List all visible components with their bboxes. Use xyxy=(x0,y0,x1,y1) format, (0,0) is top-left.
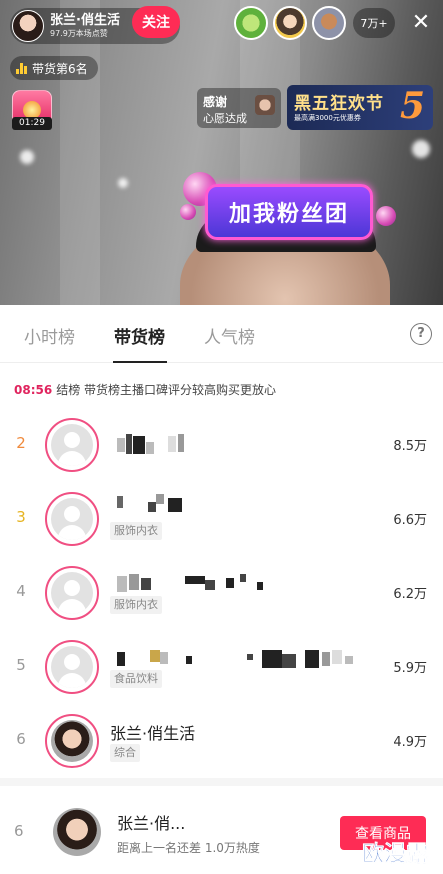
rank-row[interactable]: 3 服饰内衣 6.6万 xyxy=(0,482,443,556)
rank-row[interactable]: 4 服饰内衣 6.2万 xyxy=(0,556,443,630)
rank-number: 6 xyxy=(16,730,26,748)
promo-subtitle: 最高满3000元优惠券 xyxy=(294,114,361,122)
wish-subtitle: 心愿达成 xyxy=(203,112,247,125)
top-viewer-avatar[interactable] xyxy=(312,6,346,40)
avatar[interactable] xyxy=(45,566,99,620)
default-avatar-icon xyxy=(51,646,93,688)
anchor-photo xyxy=(51,720,93,762)
heat-value: 5.9万 xyxy=(393,661,427,676)
viewer-count[interactable]: 7万+ xyxy=(353,8,395,38)
disco-ball-icon xyxy=(376,206,396,226)
tab-hourly[interactable]: 小时榜 xyxy=(24,323,75,348)
default-avatar-icon xyxy=(51,498,93,540)
avatar[interactable] xyxy=(45,418,99,472)
top-viewer-avatar[interactable] xyxy=(273,6,307,40)
heat-value: 6.2万 xyxy=(393,587,427,602)
black-friday-banner[interactable]: 黑五狂欢节 最高满3000元优惠券 5 xyxy=(287,85,433,130)
default-avatar-icon xyxy=(51,424,93,466)
rank-row[interactable]: 5 食品饮料 5.9万 xyxy=(0,630,443,704)
close-icon[interactable]: ✕ xyxy=(408,10,434,36)
rank-number: 5 xyxy=(16,656,26,674)
follow-button[interactable]: 关注 xyxy=(132,6,180,38)
background-stripe xyxy=(60,0,100,305)
gift-timer: 01:29 xyxy=(12,117,52,130)
help-icon[interactable]: ? xyxy=(410,323,432,345)
gap-to-previous: 距离上一名还差 1.0万热度 xyxy=(117,841,260,855)
tab-popularity[interactable]: 人气榜 xyxy=(204,323,255,348)
disco-ball-icon xyxy=(180,204,196,220)
watermark-logo: 欧漫露 xyxy=(362,842,429,868)
heat-value: 6.6万 xyxy=(393,513,427,528)
anchor-avatar[interactable] xyxy=(12,10,44,42)
fan-club-sticker[interactable]: 加我粉丝团 xyxy=(205,184,373,240)
category-tag: 服饰内衣 xyxy=(110,596,162,614)
settlement-text: 结榜 带货榜主播口碑评分较高购买更放心 xyxy=(56,383,277,397)
live-video[interactable]: 张兰·俏生活 97.9万本场点赞 关注 7万+ ✕ 带货第6名 01:29 感谢… xyxy=(0,0,443,305)
likes-count: 97.9万本场点赞 xyxy=(50,29,108,38)
category-tag: 服饰内衣 xyxy=(110,522,162,540)
anchor-name: 张兰·俏生活 xyxy=(50,13,120,28)
rank-tabs: 小时榜 带货榜 人气榜 ? xyxy=(0,305,443,363)
own-name: 张兰·俏... xyxy=(117,814,186,833)
avatar[interactable] xyxy=(45,714,99,768)
ceiling-light xyxy=(20,150,34,164)
ceiling-light xyxy=(412,140,430,158)
active-tab-indicator xyxy=(113,361,167,363)
default-avatar-icon xyxy=(51,572,93,614)
wish-avatar xyxy=(255,95,275,115)
wish-title: 感谢 xyxy=(203,95,228,109)
tab-sales[interactable]: 带货榜 xyxy=(114,323,165,348)
countdown-time: 08:56 xyxy=(14,383,53,397)
category-tag: 食品饮料 xyxy=(110,670,162,688)
rank-row[interactable]: 2 8.5万 xyxy=(0,408,443,482)
own-avatar[interactable] xyxy=(53,808,101,856)
heat-value: 4.9万 xyxy=(393,735,427,750)
promo-number: 5 xyxy=(399,85,425,127)
heat-value: 8.5万 xyxy=(393,439,427,454)
avatar[interactable] xyxy=(45,640,99,694)
live-room-screen: 张兰·俏生活 97.9万本场点赞 关注 7万+ ✕ 带货第6名 01:29 感谢… xyxy=(0,0,443,874)
anchor-name: 张兰·俏生活 xyxy=(110,724,196,743)
top-viewer-avatar[interactable] xyxy=(234,6,268,40)
sales-rank-text: 带货第6名 xyxy=(32,61,88,76)
ceiling-light xyxy=(118,178,128,188)
category-tag: 综合 xyxy=(110,744,140,762)
bar-chart-icon xyxy=(16,62,27,74)
promo-title: 黑五狂欢节 xyxy=(294,94,384,114)
own-rank-number: 6 xyxy=(14,822,24,840)
rank-number: 2 xyxy=(16,434,26,452)
rank-row[interactable]: 6 张兰·俏生活 综合 4.9万 xyxy=(0,704,443,778)
anchor-text: 张兰·俏生活 97.9万本场点赞 xyxy=(50,13,120,39)
avatar[interactable] xyxy=(45,492,99,546)
wish-card[interactable]: 感谢 心愿达成 xyxy=(197,88,281,128)
settlement-notice: 08:56 结榜 带货榜主播口碑评分较高购买更放心 xyxy=(14,381,276,398)
rank-number: 3 xyxy=(16,508,26,526)
rank-number: 4 xyxy=(16,582,26,600)
sales-rank-badge[interactable]: 带货第6名 xyxy=(10,56,98,80)
